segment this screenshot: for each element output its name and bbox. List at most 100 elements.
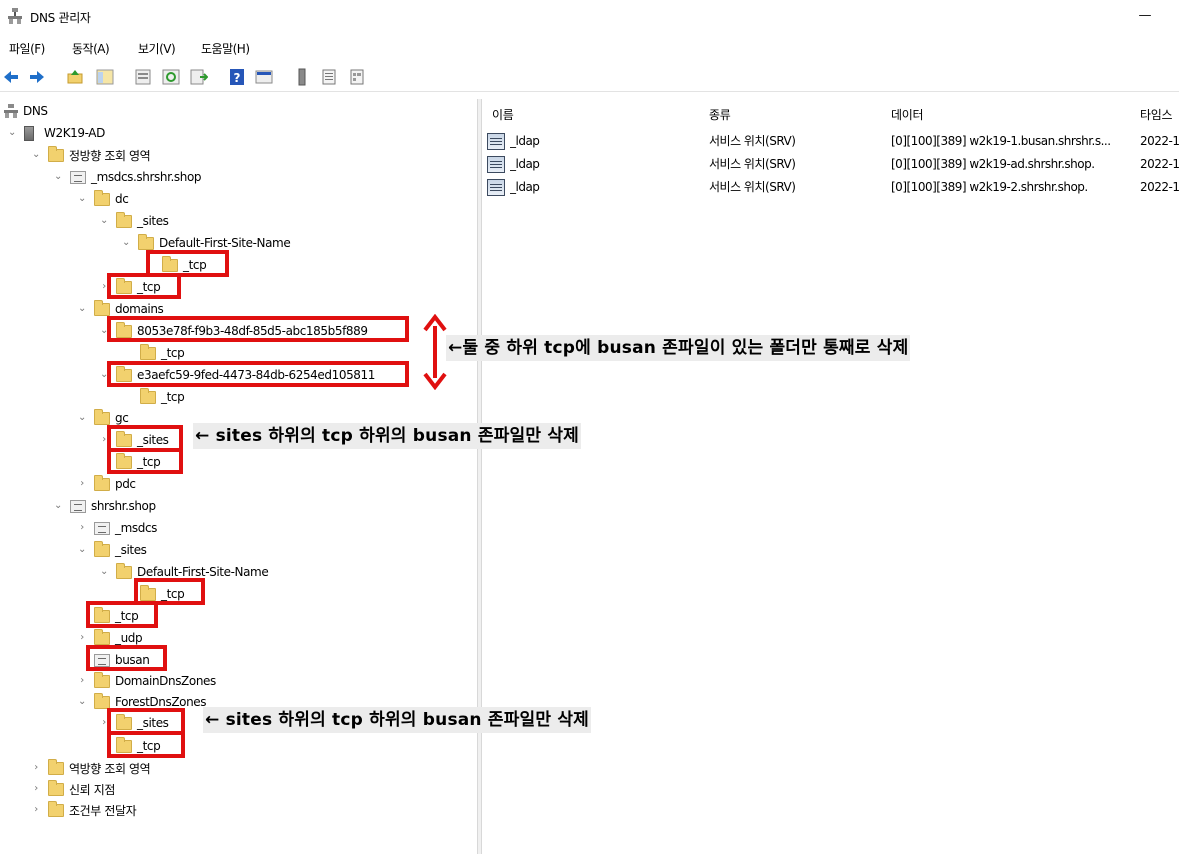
collapse-chevron-icon[interactable]: ⌄ bbox=[76, 412, 88, 424]
tree-node-shop-sites[interactable]: ⌄ _sites bbox=[76, 540, 147, 560]
tree-label: _sites bbox=[137, 433, 169, 447]
tree-node-conditional-forwarders[interactable]: › 조건부 전달자 bbox=[30, 800, 137, 820]
collapse-chevron-icon[interactable]: ⌄ bbox=[6, 127, 18, 139]
properties-icon[interactable] bbox=[134, 68, 152, 86]
list-item[interactable]: _ldap 서비스 위치(SRV) [0][100][389] w2k19-ad… bbox=[482, 155, 1179, 174]
expand-chevron-icon[interactable]: › bbox=[76, 478, 88, 490]
folder-icon bbox=[116, 321, 132, 338]
tree-label: _msdcs bbox=[115, 521, 158, 535]
tree-node-domain-dns-zones[interactable]: › DomainDnsZones bbox=[76, 671, 216, 691]
tree-node-pdc[interactable]: › pdc bbox=[76, 474, 136, 494]
collapse-chevron-icon[interactable]: ⌄ bbox=[76, 193, 88, 205]
tree-node-dc-site-tcp[interactable]: _tcp bbox=[162, 255, 207, 275]
tree-node-gc-sites[interactable]: › _sites bbox=[98, 430, 169, 450]
tree-node-domains[interactable]: ⌄ domains bbox=[76, 299, 164, 319]
srv-record-icon bbox=[487, 133, 505, 150]
collapse-chevron-icon[interactable]: ⌄ bbox=[52, 171, 64, 183]
tree-node-gc-tcp[interactable]: _tcp bbox=[116, 452, 161, 472]
folder-icon bbox=[48, 758, 64, 775]
list-item[interactable]: _ldap 서비스 위치(SRV) [0][100][389] w2k19-2.… bbox=[482, 178, 1179, 197]
tree-node-forest-tcp[interactable]: _tcp bbox=[116, 736, 161, 756]
minimize-button[interactable]: — bbox=[1134, 2, 1156, 30]
menu-help[interactable]: 도움말(H) bbox=[201, 40, 250, 57]
tree-label: _sites bbox=[115, 543, 147, 557]
double-arrow-icon bbox=[423, 314, 447, 390]
tree-node-trust-points[interactable]: › 신뢰 지점 bbox=[30, 779, 115, 799]
column-header-timestamp[interactable]: 타임스 bbox=[1140, 106, 1173, 123]
expand-chevron-icon[interactable]: › bbox=[98, 717, 110, 729]
tree-node-server[interactable]: ⌄ W2K19-AD bbox=[6, 123, 105, 143]
tree-label: _sites bbox=[137, 716, 169, 730]
collapse-chevron-icon[interactable]: ⌄ bbox=[76, 544, 88, 556]
tree-node-domain-guid-1-tcp[interactable]: _tcp bbox=[140, 343, 185, 363]
tree-label: _tcp bbox=[161, 346, 185, 360]
column-header-name[interactable]: 이름 bbox=[492, 106, 514, 123]
tree-node-msdcs-zone[interactable]: ⌄ _msdcs.shrshr.shop bbox=[52, 167, 202, 187]
tree-node-shop-udp[interactable]: › _udp bbox=[76, 628, 143, 648]
srv-record-icon bbox=[487, 156, 505, 173]
tree-node-forest-sites[interactable]: › _sites bbox=[98, 713, 169, 733]
back-arrow-icon[interactable] bbox=[2, 68, 20, 86]
refresh-icon[interactable] bbox=[162, 68, 180, 86]
expand-chevron-icon[interactable]: › bbox=[30, 804, 42, 816]
expand-chevron-icon[interactable]: › bbox=[76, 522, 88, 534]
up-folder-icon[interactable] bbox=[66, 68, 84, 86]
tree-node-domain-guid-2[interactable]: ⌄ e3aefc59-9fed-4473-84db-6254ed105811 bbox=[98, 365, 375, 385]
tree-node-shop-site-tcp[interactable]: _tcp bbox=[140, 584, 185, 604]
menu-action[interactable]: 동작(A) bbox=[72, 40, 110, 57]
help-icon[interactable]: ? bbox=[228, 68, 246, 86]
dns-app-icon bbox=[8, 8, 22, 24]
tree-node-dc-tcp[interactable]: › _tcp bbox=[98, 277, 161, 297]
tree-node-gc[interactable]: ⌄ gc bbox=[76, 408, 129, 428]
column-header-type[interactable]: 종류 bbox=[709, 106, 731, 123]
show-hide-tree-icon[interactable] bbox=[96, 68, 114, 86]
tree-node-shop-zone[interactable]: ⌄ shrshr.shop bbox=[52, 496, 156, 516]
record-type: 서비스 위치(SRV) bbox=[709, 134, 796, 148]
tree-node-shop-tcp[interactable]: _tcp bbox=[94, 606, 139, 626]
collapse-chevron-icon[interactable]: ⌄ bbox=[98, 369, 110, 381]
folder-icon bbox=[116, 562, 132, 579]
menu-view[interactable]: 보기(V) bbox=[138, 40, 176, 57]
expand-chevron-icon[interactable]: › bbox=[76, 632, 88, 644]
tree-node-shop-msdcs[interactable]: › _msdcs bbox=[76, 518, 157, 538]
tree-node-forest-dns-zones[interactable]: ⌄ ForestDnsZones bbox=[76, 692, 207, 712]
details-icon[interactable] bbox=[348, 68, 366, 86]
collapse-chevron-icon[interactable]: ⌄ bbox=[76, 696, 88, 708]
svg-text:?: ? bbox=[234, 71, 241, 85]
collapse-chevron-icon[interactable]: ⌄ bbox=[52, 500, 64, 512]
forward-arrow-icon[interactable] bbox=[28, 68, 46, 86]
expand-chevron-icon[interactable]: › bbox=[76, 675, 88, 687]
tree-label: 조건부 전달자 bbox=[69, 803, 137, 818]
tree-node-reverse-zones[interactable]: › 역방향 조회 영역 bbox=[30, 758, 151, 778]
tree-label: 신뢰 지점 bbox=[69, 782, 115, 797]
collapse-chevron-icon[interactable]: ⌄ bbox=[98, 215, 110, 227]
list-icon[interactable] bbox=[320, 68, 338, 86]
collapse-chevron-icon[interactable]: ⌄ bbox=[76, 303, 88, 315]
tree-node-forward-zones[interactable]: ⌄ 정방향 조회 영역 bbox=[30, 145, 151, 165]
tree-node-dns[interactable]: DNS bbox=[4, 101, 48, 121]
menu-file[interactable]: 파일(F) bbox=[9, 40, 45, 57]
collapse-chevron-icon[interactable]: ⌄ bbox=[98, 325, 110, 337]
tree-node-domain-guid-1[interactable]: ⌄ 8053e78f-f9b3-48df-85d5-abc185b5f889 bbox=[98, 321, 368, 341]
tree-node-dc[interactable]: ⌄ dc bbox=[76, 189, 129, 209]
column-header-data[interactable]: 데이터 bbox=[891, 106, 924, 123]
tree-node-dc-default-site[interactable]: ⌄ Default-First-Site-Name bbox=[120, 233, 291, 253]
tree-node-dc-sites[interactable]: ⌄ _sites bbox=[98, 211, 169, 231]
tree-node-busan[interactable]: busan bbox=[94, 650, 150, 670]
export-list-icon[interactable] bbox=[190, 68, 208, 86]
tree-node-shop-default-site[interactable]: ⌄ Default-First-Site-Name bbox=[98, 562, 269, 582]
tree-node-domain-guid-2-tcp[interactable]: _tcp bbox=[140, 387, 185, 407]
expand-chevron-icon[interactable]: › bbox=[30, 783, 42, 795]
tree-pane bbox=[0, 99, 477, 854]
tree-label: shrshr.shop bbox=[91, 499, 156, 513]
expand-chevron-icon[interactable]: › bbox=[30, 762, 42, 774]
list-item[interactable]: _ldap 서비스 위치(SRV) [0][100][389] w2k19-1.… bbox=[482, 132, 1179, 151]
console-icon[interactable] bbox=[255, 68, 273, 86]
collapse-chevron-icon[interactable]: ⌄ bbox=[120, 237, 132, 249]
expand-chevron-icon[interactable]: › bbox=[98, 281, 110, 293]
collapse-chevron-icon[interactable]: ⌄ bbox=[98, 566, 110, 578]
server-icon[interactable] bbox=[293, 68, 311, 86]
expand-chevron-icon[interactable]: › bbox=[98, 434, 110, 446]
collapse-chevron-icon[interactable]: ⌄ bbox=[30, 149, 42, 161]
tree-label: _tcp bbox=[137, 455, 161, 469]
